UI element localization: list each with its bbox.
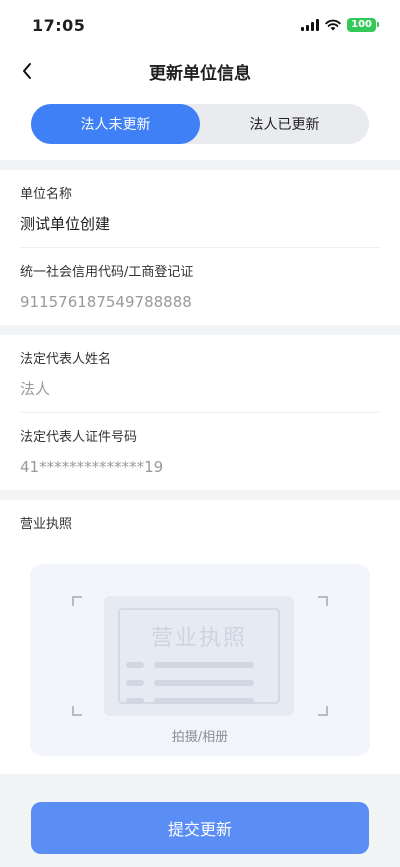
header-area: 17:05 100 更新单位信息 法人未更新 法人已更新 [0, 0, 400, 160]
frame-corner-icon [72, 596, 82, 606]
section-divider [0, 160, 400, 170]
submit-area: 提交更新 [0, 774, 400, 854]
unit-name-field: 单位名称 测试单位创建 [20, 170, 380, 247]
status-time: 17:05 [32, 15, 86, 35]
unit-name-label: 单位名称 [20, 187, 73, 202]
placeholder-line [126, 698, 144, 704]
placeholder-line [154, 698, 254, 704]
legal-rep-section: 法定代表人姓名 法人 法定代表人证件号码 41**************19 [0, 335, 400, 490]
tab-not-updated[interactable]: 法人未更新 [31, 104, 200, 144]
tab-switch: 法人未更新 法人已更新 [31, 104, 369, 144]
section-divider [0, 325, 400, 335]
credit-code-label: 统一社会信用代码/工商登记证 [20, 265, 194, 280]
legal-name-label: 法定代表人姓名 [20, 352, 112, 367]
page-title: 更新单位信息 [149, 63, 251, 84]
placeholder-line [126, 662, 144, 668]
back-button[interactable] [12, 56, 42, 86]
license-section: 营业执照 营业执照 拍摄/相册 [0, 500, 400, 774]
battery-icon: 100 [347, 18, 379, 32]
legal-id-label: 法定代表人证件号码 [20, 430, 138, 445]
nav-bar: 更新单位信息 [0, 50, 400, 92]
credit-code-field: 统一社会信用代码/工商登记证 911576187549788888 [20, 247, 380, 325]
frame-corner-icon [72, 706, 82, 716]
status-icons: 100 [301, 16, 379, 35]
legal-id-field: 法定代表人证件号码 41**************19 [20, 412, 380, 490]
placeholder-line [154, 680, 254, 686]
license-placeholder-illustration: 营业执照 [104, 596, 294, 716]
legal-name-field: 法定代表人姓名 法人 [20, 335, 380, 412]
license-label: 营业执照 [20, 517, 73, 532]
unit-info-section: 单位名称 测试单位创建 统一社会信用代码/工商登记证 9115761875497… [0, 170, 400, 325]
certificate-border: 营业执照 [118, 608, 280, 704]
status-bar: 17:05 100 [0, 0, 400, 50]
submit-update-button[interactable]: 提交更新 [31, 802, 369, 854]
placeholder-line [154, 662, 254, 668]
credit-code-value: 911576187549788888 [20, 293, 192, 311]
section-divider [0, 490, 400, 500]
placeholder-line [126, 680, 144, 686]
tab-switch-wrapper: 法人未更新 法人已更新 [0, 92, 400, 160]
chevron-left-icon [23, 63, 31, 79]
frame-corner-icon [318, 596, 328, 606]
wifi-icon [325, 16, 341, 35]
legal-name-value: 法人 [20, 380, 51, 398]
license-upload-box[interactable]: 营业执照 拍摄/相册 [30, 564, 370, 756]
unit-name-value: 测试单位创建 [20, 215, 111, 233]
cellular-signal-icon [301, 19, 320, 31]
placeholder-title: 营业执照 [150, 626, 247, 651]
legal-id-value: 41**************19 [20, 458, 164, 476]
tab-updated[interactable]: 法人已更新 [200, 104, 369, 144]
frame-corner-icon [318, 706, 328, 716]
upload-caption: 拍摄/相册 [171, 730, 229, 745]
